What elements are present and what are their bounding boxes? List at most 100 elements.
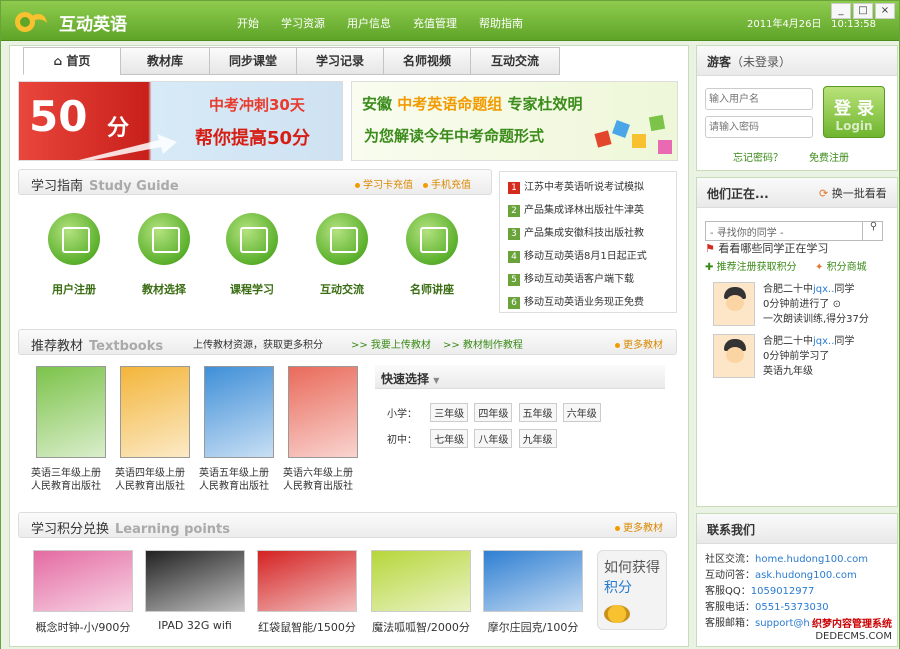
contact-value[interactable]: ask.hudong100.com	[755, 570, 857, 581]
banner-exam-expert[interactable]: 安徽 中考英语命题组 专家杜效明 为您解读今年中考命题形式	[351, 81, 678, 161]
topnav-help[interactable]: 帮助指南	[479, 15, 523, 31]
news-number: 3	[508, 228, 520, 240]
guide-lecture[interactable]: 名师讲座	[397, 213, 467, 297]
activity-text: 合肥二十中jqx..同学 0分钟前学习了 英语九年级	[763, 334, 854, 379]
contact-row: 客服QQ：1059012977	[705, 582, 814, 597]
activity-item[interactable]: 合肥二十中jqx..同学 0分钟前进行了 ⊙ 一次朗读训练,得分37分	[713, 282, 893, 328]
forgot-password-link[interactable]: 忘记密码？	[733, 149, 783, 164]
tab-home-label: 首页	[66, 54, 91, 68]
grade-3-button[interactable]: 三年级	[430, 403, 469, 422]
coins-icon	[604, 605, 630, 623]
activity-school: 合肥二十中	[763, 284, 813, 295]
tab-records[interactable]: 学习记录	[296, 47, 384, 75]
card-recharge-link[interactable]: 学习卡充值	[355, 176, 413, 191]
topnav-recharge[interactable]: 充值管理	[413, 15, 457, 31]
how-line1: 如何获得	[604, 560, 660, 576]
tab-videos[interactable]: 名师视频	[383, 47, 471, 75]
tab-home[interactable]: ⌂ 首页	[23, 47, 121, 75]
points-title-cn: 学习积分兑换	[31, 522, 110, 537]
tab-interaction[interactable]: 互动交流	[470, 47, 560, 75]
news-item[interactable]: 1 江苏中考英语听说考试模拟	[508, 178, 644, 194]
textbook-card[interactable]: 英语三年级上册 人民教育出版社	[31, 366, 111, 493]
news-text: 移动互动英语业务现正免费	[524, 297, 644, 308]
news-item[interactable]: 6 移动互动英语业务现正免费	[508, 293, 644, 309]
more-textbooks-link[interactable]: 更多教材	[615, 336, 663, 351]
bullet-icon	[423, 182, 428, 188]
reward-item[interactable]: 摩尔庄园克/100分	[483, 550, 583, 635]
grade-4-button[interactable]: 四年级	[474, 403, 513, 422]
contact-value[interactable]: home.hudong100.com	[755, 554, 868, 565]
caret-down-icon: ▼	[433, 376, 440, 385]
reward-item[interactable]: IPAD 32G wifi	[145, 550, 245, 632]
reward-item[interactable]: 红袋鼠智能/1500分	[257, 550, 357, 635]
classmate-search-placeholder: - 寻找你的同学 -	[710, 228, 784, 239]
classmate-search-input[interactable]: - 寻找你的同学 - ⚲	[705, 221, 883, 241]
monitor-icon	[48, 213, 100, 265]
reward-label: 红袋鼠智能/1500分	[258, 621, 356, 634]
activity-suffix: 同学	[834, 336, 855, 347]
how-to-get-points[interactable]: 如何获得 积分	[597, 550, 667, 630]
minimize-button[interactable]: _	[831, 3, 851, 19]
tab-sync-class[interactable]: 同步课堂	[209, 47, 297, 75]
phone-recharge-link[interactable]: 手机充值	[423, 176, 471, 191]
window-controls: _ □ ×	[831, 3, 895, 19]
username-input[interactable]	[705, 88, 813, 110]
grade-8-button[interactable]: 八年级	[474, 429, 513, 448]
textbook-tutorial-link[interactable]: >> 教材制作教程	[443, 336, 523, 351]
reward-item[interactable]: 魔法呱呱智/2000分	[371, 550, 471, 635]
how-line2: 积分	[604, 580, 632, 596]
login-button[interactable]: 登 录 Login	[823, 86, 885, 138]
study-guide-header: 学习指南 Study Guide 学习卡充值 手机充值	[18, 169, 492, 195]
close-button[interactable]: ×	[875, 3, 895, 19]
guide-lecture-label: 名师讲座	[410, 283, 454, 296]
grade-5-button[interactable]: 五年级	[518, 403, 557, 422]
see-classmates-link[interactable]: ⚑ 看看哪些同学正在学习	[705, 240, 828, 256]
contact-value[interactable]: 0551-5373030	[755, 602, 829, 613]
contact-value[interactable]: 1059012977	[751, 586, 815, 597]
activity-panel: 他们正在... ⟳ 换一批看看 - 寻找你的同学 - ⚲ ⚑ 看看哪些同学正在学习 …	[696, 177, 898, 507]
title-bar: 互动英语 开始 学习资源 用户信息 充值管理 帮助指南 2011年4月26日 1…	[1, 1, 899, 41]
topnav-resources[interactable]: 学习资源	[281, 15, 325, 31]
password-input[interactable]	[705, 116, 813, 138]
activity-item[interactable]: 合肥二十中jqx..同学 0分钟前学习了 英语九年级	[713, 334, 893, 380]
play-icon[interactable]: ⊙	[833, 299, 841, 310]
refresh-link[interactable]: ⟳ 换一批看看	[819, 185, 887, 201]
points-shop-link[interactable]: ✦ 积分商城	[815, 258, 867, 273]
grade-7-button[interactable]: 七年级	[430, 429, 469, 448]
textbook-cover	[204, 366, 274, 458]
tab-library[interactable]: 教材库	[120, 47, 210, 75]
search-icon[interactable]: ⚲	[862, 221, 884, 241]
reward-image	[483, 550, 583, 612]
bullet-icon	[615, 525, 620, 531]
textbook-card[interactable]: 英语四年级上册 人民教育出版社	[115, 366, 195, 493]
guide-textbook[interactable]: 教材选择	[129, 213, 199, 297]
topnav-user-info[interactable]: 用户信息	[347, 15, 391, 31]
guide-course[interactable]: 课程学习	[217, 213, 287, 297]
app-window: 互动英语 开始 学习资源 用户信息 充值管理 帮助指南 2011年4月26日 1…	[0, 0, 900, 649]
news-item[interactable]: 4 移动互动英语8月1日起正式	[508, 247, 647, 263]
time-text: 10:13:58	[831, 19, 877, 30]
grade-9-button[interactable]: 九年级	[518, 429, 557, 448]
textbook-card[interactable]: 英语六年级上册 人民教育出版社	[283, 366, 363, 493]
news-item[interactable]: 5 移动互动英语客户端下载	[508, 270, 634, 286]
upload-textbook-link[interactable]: >> 我要上传教材	[351, 336, 431, 351]
free-register-link[interactable]: 免费注册	[809, 149, 849, 164]
more-points-link[interactable]: 更多教材	[615, 519, 663, 534]
reward-item[interactable]: 概念时钟-小/900分	[33, 550, 133, 635]
books-icon	[138, 213, 190, 265]
recommend-register-link[interactable]: ✚ 推荐注册获取积分	[705, 258, 797, 273]
grade-6-button[interactable]: 六年级	[562, 403, 601, 422]
news-item[interactable]: 2 产品集成译林出版社牛津英	[508, 201, 644, 217]
quick-select-header[interactable]: 快速选择 ▼	[375, 365, 665, 389]
textbooks-title-en: Textbooks	[89, 339, 164, 354]
main-tabs: ⌂ 首页 教材库 同步课堂 学习记录 名师视频 互动交流	[23, 47, 560, 75]
textbook-card[interactable]: 英语五年级上册 人民教育出版社	[199, 366, 279, 493]
watermark-line2: DEDECMS.COM	[815, 631, 892, 642]
topnav-start[interactable]: 开始	[237, 15, 259, 31]
news-item[interactable]: 3 产品集成安徽科技出版社教	[508, 224, 644, 240]
maximize-button[interactable]: □	[853, 3, 873, 19]
guide-register[interactable]: 用户注册	[39, 213, 109, 297]
textbook-publisher: 人民教育出版社	[199, 481, 269, 492]
banner-score-boost[interactable]: 50 分 中考冲刺30天 帮你提高50分	[18, 81, 343, 161]
guide-interaction[interactable]: 互动交流	[307, 213, 377, 297]
